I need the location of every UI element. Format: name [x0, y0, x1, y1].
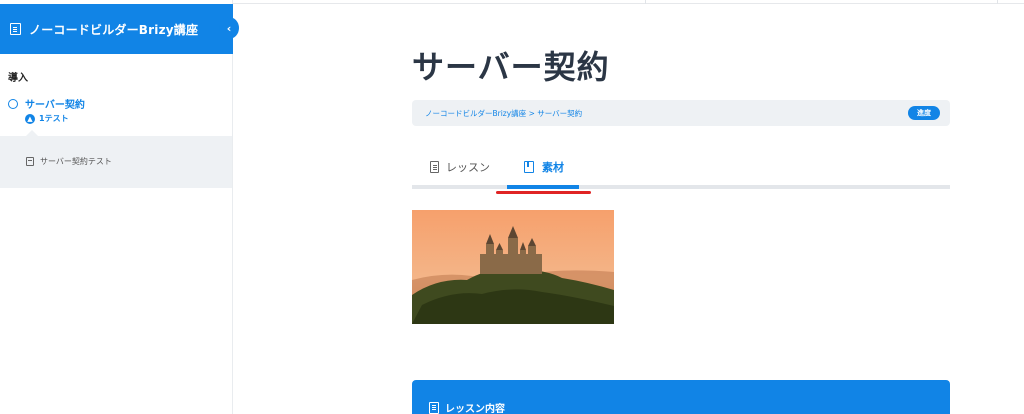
document-icon	[430, 161, 439, 173]
breadcrumb: ノーコードビルダーBrizy講座 > サーバー契約 進度	[412, 100, 950, 126]
sidebar-test-item[interactable]: サーバー契約テスト	[26, 156, 112, 167]
circle-status-icon	[8, 98, 18, 109]
section-label: 導入	[8, 73, 28, 84]
chevron-left-icon: ‹	[226, 21, 232, 35]
panel-notch	[26, 130, 38, 136]
test-count-label: 1テスト	[39, 114, 69, 123]
top-header-bar	[233, 0, 1024, 4]
document-icon	[10, 23, 21, 35]
tab-track	[412, 185, 950, 189]
course-title: ノーコードビルダーBrizy講座	[29, 22, 199, 37]
test-list-panel: サーバー契約テスト	[0, 130, 232, 188]
page-title: サーバー契約	[412, 48, 610, 86]
lesson-content-panel: レッスン内容	[412, 380, 950, 414]
lesson-content-title: レッスン内容	[445, 404, 505, 414]
test-count-toggle[interactable]: ▲ 1テスト	[25, 113, 69, 124]
document-icon	[429, 401, 439, 414]
material-image[interactable]	[412, 210, 614, 324]
castle-photo	[412, 210, 614, 324]
chevron-up-icon: ▲	[25, 113, 35, 124]
header-divider	[997, 0, 998, 4]
lesson-label: サーバー契約	[25, 100, 85, 111]
course-sidebar: ノーコードビルダーBrizy講座 導入 サーバー契約 ▲ 1テスト サーバー契約…	[0, 0, 233, 414]
book-icon	[524, 161, 534, 173]
lesson-tabs: レッスン 素材	[412, 148, 950, 190]
course-header[interactable]: ノーコードビルダーBrizy講座	[0, 4, 233, 54]
test-item-label: サーバー契約テスト	[40, 157, 112, 166]
tab-label: 素材	[542, 161, 564, 174]
breadcrumb-link[interactable]: ノーコードビルダーBrizy講座 > サーバー契約	[425, 108, 582, 119]
document-icon	[26, 157, 34, 166]
progress-badge[interactable]: 進度	[908, 106, 940, 120]
sidebar-collapse-button[interactable]: ‹	[219, 17, 239, 39]
sidebar-lesson-item[interactable]: サーバー契約	[8, 96, 85, 111]
annotation-underline	[496, 191, 591, 194]
tab-label: レッスン	[446, 161, 490, 174]
tab-material[interactable]: 素材	[524, 148, 564, 186]
tab-active-indicator	[507, 185, 579, 189]
tab-lesson[interactable]: レッスン	[430, 148, 490, 186]
lesson-content-header: レッスン内容	[429, 400, 505, 414]
header-divider	[645, 0, 646, 4]
